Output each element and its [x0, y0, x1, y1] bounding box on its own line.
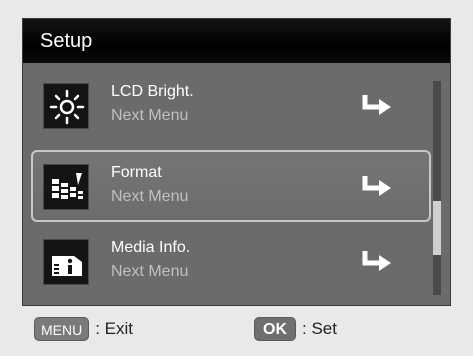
menu-key[interactable]: MENU	[34, 317, 90, 341]
menu-item-label: LCD Bright.	[111, 83, 194, 100]
set-label: : Set	[302, 319, 337, 338]
menu-item-sublabel: Next Menu	[111, 107, 189, 124]
enter-arrow-icon	[361, 249, 395, 282]
media-info-icon	[43, 239, 89, 285]
scrollbar[interactable]	[433, 81, 441, 295]
menu-item-label: Media Info.	[111, 239, 191, 256]
enter-arrow-icon	[361, 93, 395, 126]
format-icon	[43, 164, 89, 210]
menu-item-format[interactable]: Format Next Menu	[31, 150, 431, 222]
footer-exit-hint: MENU : Exit	[34, 317, 133, 341]
ok-key[interactable]: OK	[254, 317, 296, 341]
menu-item-sublabel: Next Menu	[111, 188, 189, 205]
brightness-icon	[43, 83, 89, 129]
page-title: Setup	[23, 19, 450, 63]
menu-item-media-info[interactable]: Media Info. Next Menu	[31, 225, 431, 297]
scrollbar-thumb[interactable]	[433, 201, 441, 255]
menu-item-lcd-bright[interactable]: LCD Bright. Next Menu	[31, 69, 431, 141]
footer-set-hint: OK : Set	[254, 317, 337, 341]
exit-label: : Exit	[95, 319, 134, 338]
menu-item-label: Format	[111, 164, 162, 181]
enter-arrow-icon	[361, 174, 395, 207]
camera-screen: Setup LCD Bright. Next Menu Format Next …	[22, 18, 451, 306]
menu-item-sublabel: Next Menu	[111, 263, 189, 280]
